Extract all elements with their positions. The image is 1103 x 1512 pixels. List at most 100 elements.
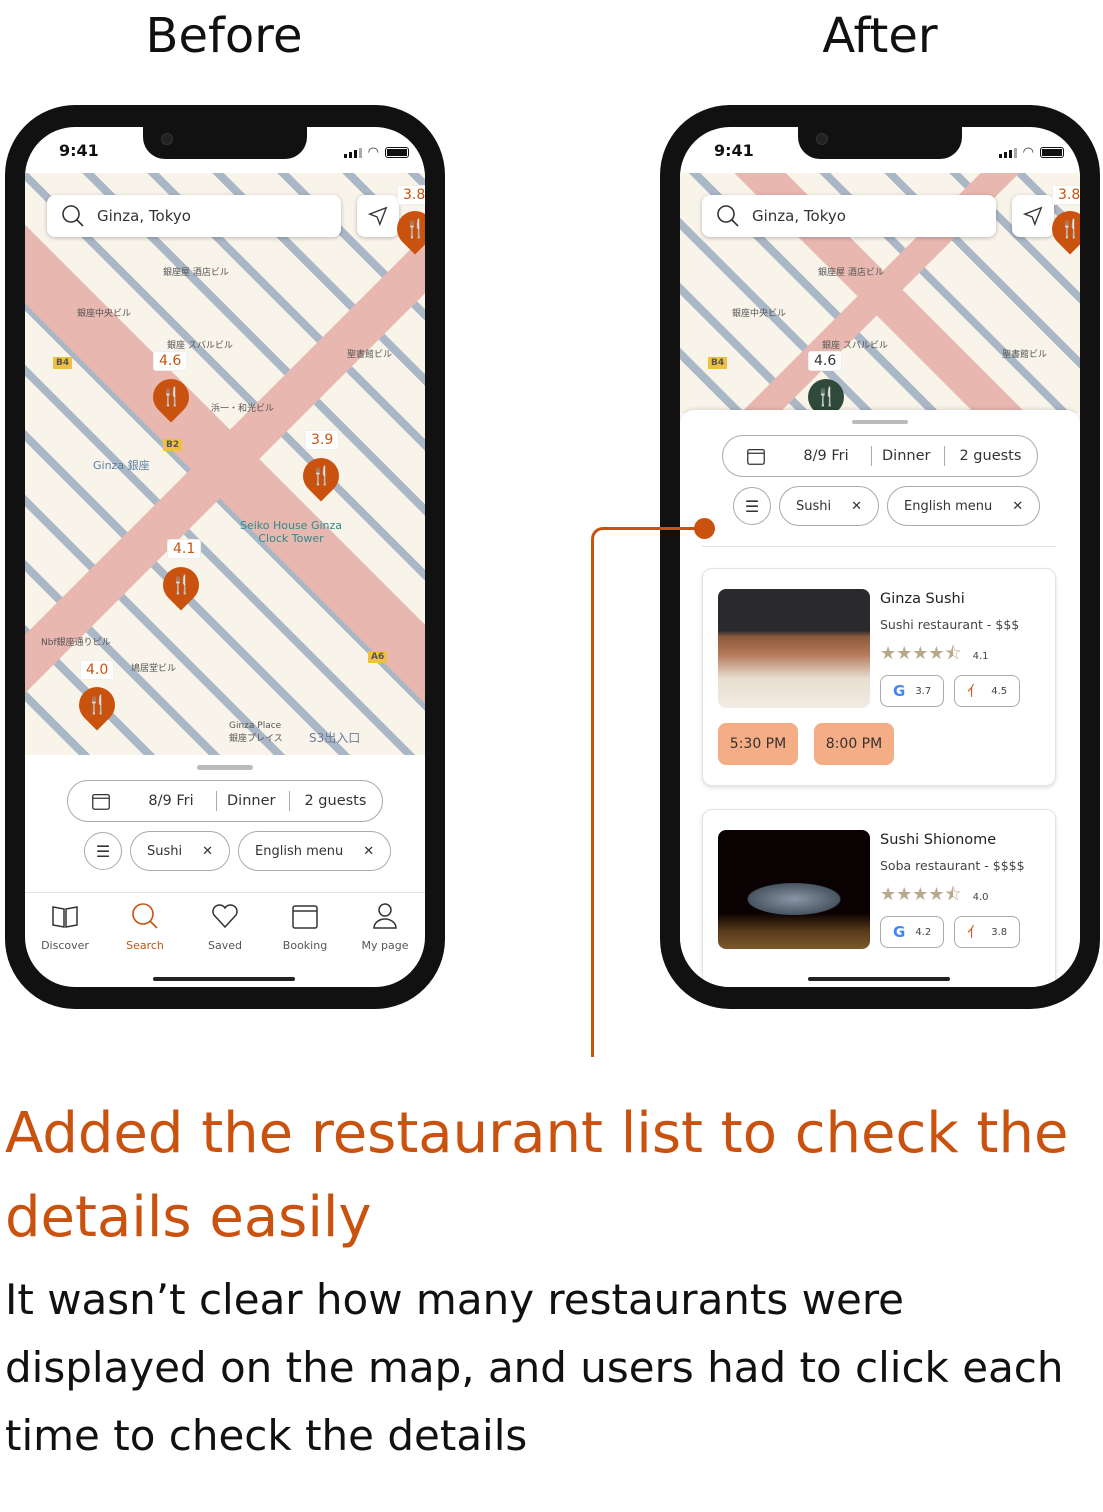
reservation-bar[interactable]: 8/9 Fri Dinner 2 guests [67,780,383,822]
restaurant-type: Sushi restaurant - $$$ [880,617,1020,632]
map-label: 浜一・和光ビル [211,404,275,414]
tab-my-page[interactable]: My page [350,901,420,987]
after-phone: 9:41 ◠ Ginza, Tokyo 3.8 🍴 4.6 🍴 銀座屋 酒店ビル… [660,105,1100,1009]
caption-body: It wasn’t clear how many restaurants wer… [5,1275,1064,1460]
rating-label: 4.6 [808,351,843,371]
map[interactable]: Ginza, Tokyo 3.8 🍴 4.6 🍴 3.9 🍴 4.1 🍴 4.0… [25,173,425,755]
sheet-handle[interactable] [852,420,908,424]
star-rating: ★★★★⯪ 4.0 [880,882,1025,912]
close-icon[interactable]: ✕ [1012,499,1023,514]
search-input[interactable]: Ginza, Tokyo [702,195,996,237]
filter-chip[interactable]: English menu ✕ [887,486,1041,526]
google-value: 3.7 [915,685,932,697]
search-text: Ginza, Tokyo [752,207,846,225]
time-slot-button[interactable]: 5:30 PM [718,723,798,765]
reservation-bar[interactable]: 8/9 Fri Dinner 2 guests [722,435,1038,477]
restaurant-pin[interactable]: 🍴 [295,450,347,502]
restaurant-card[interactable]: Ginza Sushi Sushi restaurant - $$$ ★★★★⯪… [702,568,1056,786]
calendar-icon [747,448,765,465]
screen: 9:41 ◠ Ginza, Tokyo 3.8 🍴 4.6 🍴 銀座屋 酒店ビル… [680,127,1080,987]
tab-label: Search [126,939,164,952]
chopsticks-icon: ⺅ [967,684,982,700]
restaurant-name: Sushi Shionome [880,832,997,848]
tabelog-rating: ⺅ 3.8 [954,916,1021,948]
map-label: Nbf銀座通りビル [41,638,111,648]
chip-label: English menu [904,498,993,514]
search-input[interactable]: Ginza, Tokyo [47,195,341,237]
calendar-icon [92,793,110,810]
status-icons: ◠ [343,145,409,160]
filter-sheet: 8/9 Fri Dinner 2 guests ☰ Sushi ✕ English… [25,755,425,895]
home-indicator [808,977,950,981]
tab-bar: Discover Search Saved Booking My page [25,892,425,987]
search-icon [132,903,158,929]
signal-icon [998,147,1017,158]
restaurant-card[interactable]: Sushi Shionome Soba restaurant - $$$$ ★★… [702,809,1056,987]
wifi-icon: ◠ [1022,145,1034,160]
results-sheet: 8/9 Fri Dinner 2 guests ☰ Sushi ✕ English… [680,410,1080,987]
chip-label: Sushi [147,843,183,859]
user-icon [373,903,397,929]
google-value: 4.2 [915,926,932,938]
status-icons: ◠ [998,145,1064,160]
close-icon[interactable]: ✕ [363,844,374,859]
map-label: Ginza Place 銀座プレイス [229,721,283,744]
restaurant-photo [718,830,870,949]
map-label: S3出入口 [309,731,361,745]
guests-value: 2 guests [959,448,1022,464]
rating-label: 4.0 [80,660,115,680]
close-icon[interactable]: ✕ [851,499,862,514]
location-button[interactable] [357,195,399,237]
sheet-handle[interactable] [197,765,253,770]
sliders-icon: ☰ [744,496,760,516]
filter-chip[interactable]: Sushi ✕ [130,831,231,871]
rating-value: 4.1 [972,650,989,662]
chip-label: English menu [255,843,344,859]
tab-saved[interactable]: Saved [190,901,260,987]
location-button[interactable] [1012,195,1054,237]
tab-label: My page [361,939,409,952]
caption-title: Added the restaurant list to check the d… [5,1101,1069,1250]
battery-icon [385,147,409,158]
wifi-icon: ◠ [367,145,379,160]
map-label: 聖書館ビル [1002,350,1048,360]
filter-button[interactable]: ☰ [84,832,122,870]
chip-label: Sushi [796,498,832,514]
filter-chip[interactable]: Sushi ✕ [779,486,880,526]
time-slot-button[interactable]: 8:00 PM [814,723,894,765]
divider [702,546,1056,547]
map[interactable]: Ginza, Tokyo 3.8 🍴 4.6 🍴 銀座屋 酒店ビル 銀座中央ビル… [680,173,1080,413]
close-icon[interactable]: ✕ [202,844,213,859]
tab-discover[interactable]: Discover [30,901,100,987]
guests-value: 2 guests [304,793,367,809]
search-icon [717,205,739,227]
book-icon [52,906,78,928]
heart-icon [212,904,238,929]
battery-icon [1040,147,1064,158]
restaurant-pin[interactable]: 🍴 [155,559,207,611]
before-phone: 9:41 ◠ Ginza, Tokyo 3.8 🍴 4.6 🍴 3.9 🍴 4.… [5,105,445,1009]
exit-label: A6 [368,651,388,663]
tab-booking[interactable]: Booking [270,901,340,987]
exit-label: B4 [708,357,728,369]
restaurant-pin[interactable]: 🍴 [145,371,197,423]
tabelog-value: 3.8 [991,926,1008,938]
date-value: 8/9 Fri [803,448,849,464]
tab-search[interactable]: Search [110,901,180,987]
google-icon: G [893,682,906,700]
filter-button[interactable]: ☰ [733,487,771,525]
restaurant-photo [718,589,870,708]
signal-icon [343,147,362,158]
star-icon: ★★★★⯪ [880,643,962,664]
restaurant-pin-selected[interactable]: 🍴 [800,371,852,413]
filter-chip[interactable]: English menu ✕ [238,831,392,871]
star-icon: ★★★★⯪ [880,884,962,905]
after-heading: After [822,8,938,64]
rating-label: 4.1 [167,539,202,559]
map-label: 鳩居堂ビル [131,664,177,674]
tab-label: Discover [41,939,89,952]
rating-value: 4.0 [972,891,989,903]
restaurant-pin[interactable]: 🍴 [71,679,123,731]
camera-icon [161,133,173,145]
exit-label: B2 [163,439,183,451]
